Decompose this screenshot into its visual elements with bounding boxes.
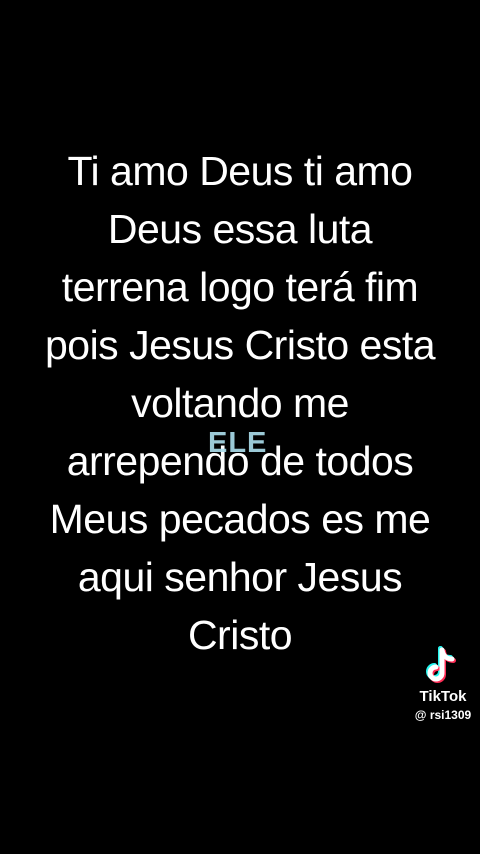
tiktok-logo-icon — [408, 646, 478, 684]
tiktok-brand-label: TikTok — [419, 688, 467, 705]
caption-line: voltando me — [131, 380, 349, 426]
overlay-word: ELE — [208, 427, 268, 459]
username-label: @ rsi1309 — [414, 708, 472, 722]
caption-line: aqui senhor Jesus — [77, 554, 403, 600]
caption-line: Deus essa luta — [107, 206, 373, 252]
caption-line: Meus pecados es me — [49, 496, 431, 542]
caption-line: pois Jesus Cristo esta — [44, 322, 436, 368]
video-frame: Ti amo Deus ti amo Deus essa luta terren… — [0, 0, 480, 854]
caption-line: Ti amo Deus ti amo — [67, 148, 413, 194]
caption-line: terrena logo terá fim — [61, 264, 419, 310]
caption-text: Ti amo Deus ti amo Deus essa luta terren… — [0, 142, 480, 664]
tiktok-watermark: TikTok @ rsi1309 — [408, 646, 478, 723]
